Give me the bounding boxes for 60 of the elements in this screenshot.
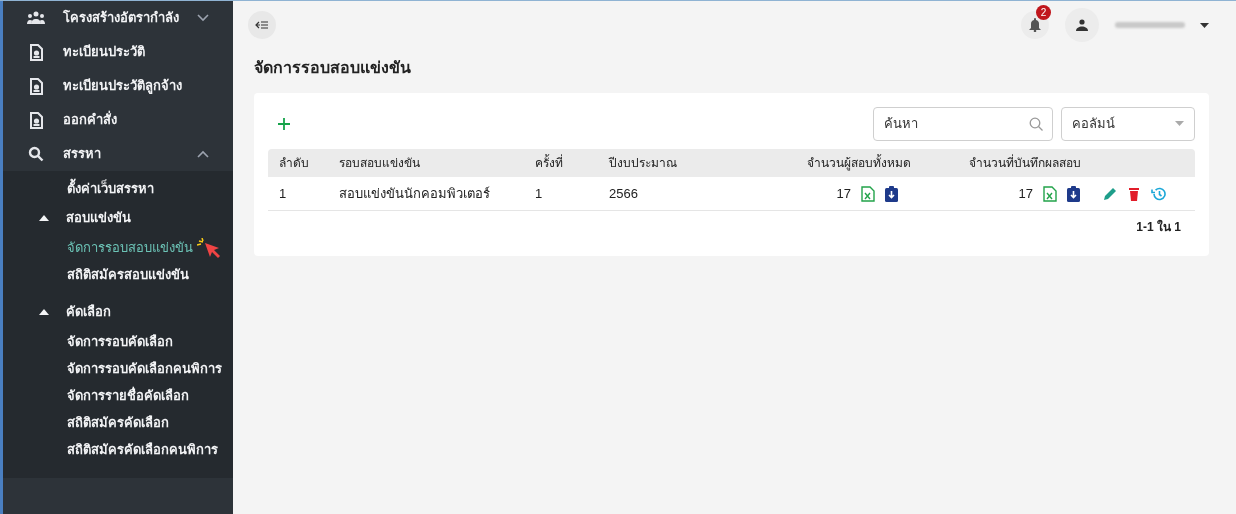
sidebar-item[interactable]: ทะเบียนประวัติลูกจ้าง [3,69,233,103]
sidebar-item[interactable]: จัดการรายชื่อคัดเลือก [3,384,233,408]
column-header: จำนวนที่บันทึกผลสอบ [969,156,1081,170]
delete-button[interactable] [1129,186,1139,201]
redacted-user-name [1115,22,1185,28]
document-icon [29,43,43,61]
add-button[interactable] [278,117,290,130]
pagination-info: 1-1 ใน 1 [1136,218,1181,236]
notification-badge: 2 [1036,5,1051,20]
history-button[interactable] [1151,186,1166,201]
table-cell-text: 17 [1018,184,1033,203]
caret-down-icon [1200,22,1209,28]
sidebar-item[interactable]: โครงสร้างอัตรากำลัง [3,1,233,35]
sidebar-item[interactable]: สรรหา [3,137,233,171]
table-cell: 1 [279,185,287,201]
edit-button[interactable] [1104,187,1117,200]
column-header: จำนวนผู้สอบทั้งหมด [807,156,911,170]
search-icon [1029,116,1043,131]
column-header: ปีงบประมาณ [609,156,677,170]
sidebar-item[interactable]: ทะเบียนประวัติ [3,35,233,69]
sidebar-item[interactable]: ออกคำสั่ง [3,103,233,137]
download-clipboard-icon[interactable] [1067,185,1080,202]
people-icon [27,11,45,25]
triangle-up-icon [39,215,49,221]
column-select[interactable]: คอลัมน์ [1061,106,1195,141]
sidebar-item[interactable]: จัดการรอบคัดเลือกคนพิการ [3,357,233,381]
column-header: รอบสอบแข่งขัน [339,156,420,170]
sidebar-item[interactable]: สถิติสมัครคัดเลือกคนพิการ [3,438,233,462]
sidebar-item[interactable]: ตั้งค่าเว็บสรรหา [3,177,154,201]
table-cell: 2566 [609,185,638,201]
sidebar-item[interactable]: สถิติสมัครคัดเลือก [3,411,233,435]
user-avatar[interactable] [1065,8,1099,42]
search-field[interactable]: ค้นหา [873,106,1053,141]
triangle-up-icon [39,309,49,315]
collapse-menu-button[interactable] [248,11,276,39]
document-icon [29,111,43,129]
page-title: จัดการรอบสอบแข่งขัน [254,58,412,78]
pointer-cursor-icon [197,238,223,258]
table-cell: 1 [535,185,543,201]
column-header: ครั้งที่ [535,156,563,170]
table-cell-text: 17 [836,184,851,203]
plus-icon [278,117,290,130]
caret-down-icon [1175,121,1184,126]
sidebar-group[interactable]: คัดเลือก [3,297,233,327]
collapse-icon [255,20,269,30]
search-icon [28,146,44,162]
column-header: ลำดับ [279,156,309,170]
document-icon [29,77,43,95]
chevron-up-icon [197,150,209,158]
excel-icon[interactable] [1043,185,1057,202]
sidebar-item[interactable]: จัดการรอบสอบแข่งขัน [3,236,233,260]
sidebar-item[interactable]: จัดการรอบคัดเลือก [3,330,233,354]
sidebar-item[interactable]: สถิติสมัครสอบแข่งขัน [3,263,233,287]
download-clipboard-icon[interactable] [885,185,898,202]
bell-icon [1029,18,1041,32]
chevron-down-icon [197,14,209,22]
excel-icon[interactable] [861,185,875,202]
table-cell: สอบแข่งขันนักคอมพิวเตอร์ [339,185,490,201]
sidebar-group[interactable]: สอบแข่งขัน [3,203,233,233]
person-icon [1076,19,1088,31]
